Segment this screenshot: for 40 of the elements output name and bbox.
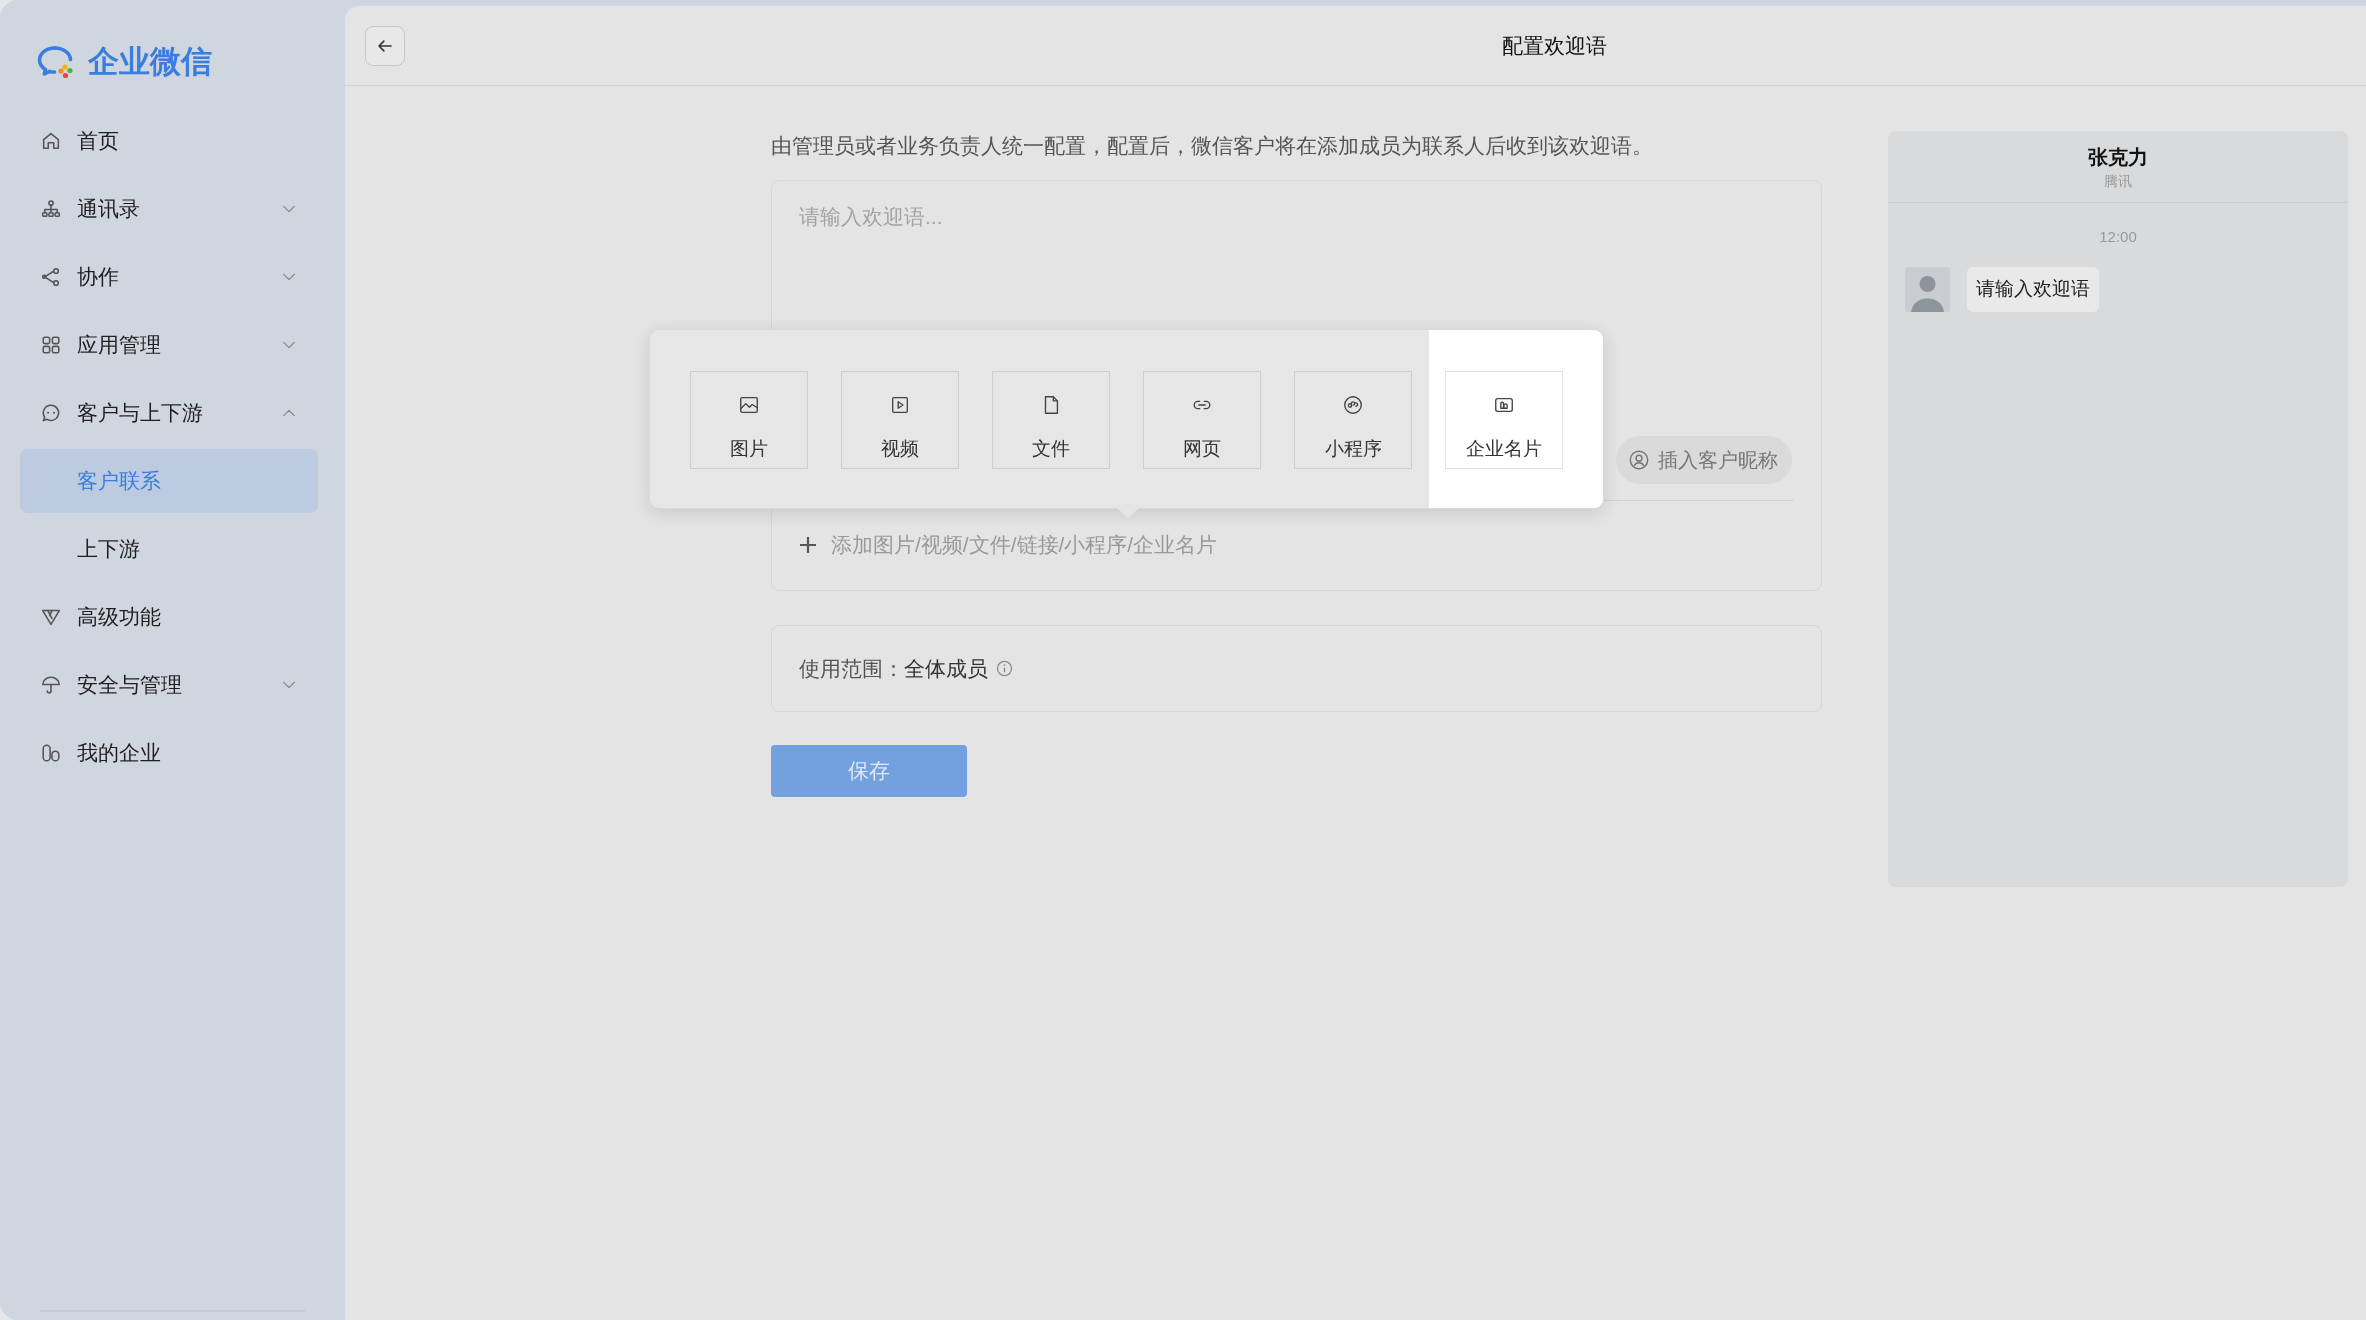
chat-bubble-icon — [40, 402, 62, 424]
grid-icon — [40, 334, 62, 356]
sidebar-item[interactable]: 安全与管理 — [20, 653, 318, 717]
sidebar-item[interactable]: 通讯录 — [20, 177, 318, 241]
buildings-icon — [40, 742, 62, 764]
sidebar-item[interactable]: 协作 — [20, 245, 318, 309]
sidebar-item[interactable]: 客户与上下游 — [20, 381, 318, 445]
logo-text: 企业微信 — [88, 43, 212, 81]
back-button[interactable] — [365, 25, 405, 66]
message-bubble: 请输入欢迎语 — [1967, 267, 2099, 312]
sidebar-item[interactable]: 应用管理 — [20, 313, 318, 377]
attachment-option[interactable]: 企业名片 — [1445, 371, 1563, 469]
video-icon — [889, 394, 911, 416]
attachment-option[interactable]: 小程序 — [1294, 371, 1412, 469]
description-text: 由管理员或者业务负责人统一配置，配置后，微信客户将在添加成员为联系人后收到该欢迎语。 — [771, 133, 1654, 159]
mini-program-icon — [1342, 394, 1364, 416]
sidebar-item[interactable]: 高级功能 — [20, 585, 318, 649]
attachment-option[interactable]: 网页 — [1143, 371, 1261, 469]
avatar-icon — [1905, 267, 1950, 312]
attachment-option[interactable]: 图片 — [690, 371, 808, 469]
sidebar-item[interactable]: 首页 — [20, 109, 318, 173]
sidebar-item[interactable]: 我的企业 — [20, 721, 318, 785]
scope-value: 全体成员 — [904, 655, 988, 682]
share-nodes-icon — [40, 266, 62, 288]
image-icon — [738, 394, 760, 416]
attachment-option[interactable]: 文件 — [992, 371, 1110, 469]
sidebar-subitem[interactable]: 上下游 — [20, 517, 318, 581]
user-circle-icon — [1628, 449, 1650, 471]
umbrella-icon — [40, 674, 62, 696]
info-icon — [996, 660, 1013, 677]
plus-icon — [799, 536, 817, 554]
contact-company: 腾讯 — [2104, 172, 2132, 191]
hierarchy-icon — [40, 198, 62, 220]
message-time: 12:00 — [2099, 227, 2137, 247]
logo-icon — [36, 44, 74, 80]
contact-name: 张克力 — [2088, 145, 2148, 170]
scope-label: 使用范围： — [799, 655, 904, 682]
home-icon — [40, 130, 62, 152]
attachment-option[interactable]: 视频 — [841, 371, 959, 469]
page-title: 配置欢迎语 — [1502, 32, 1607, 59]
